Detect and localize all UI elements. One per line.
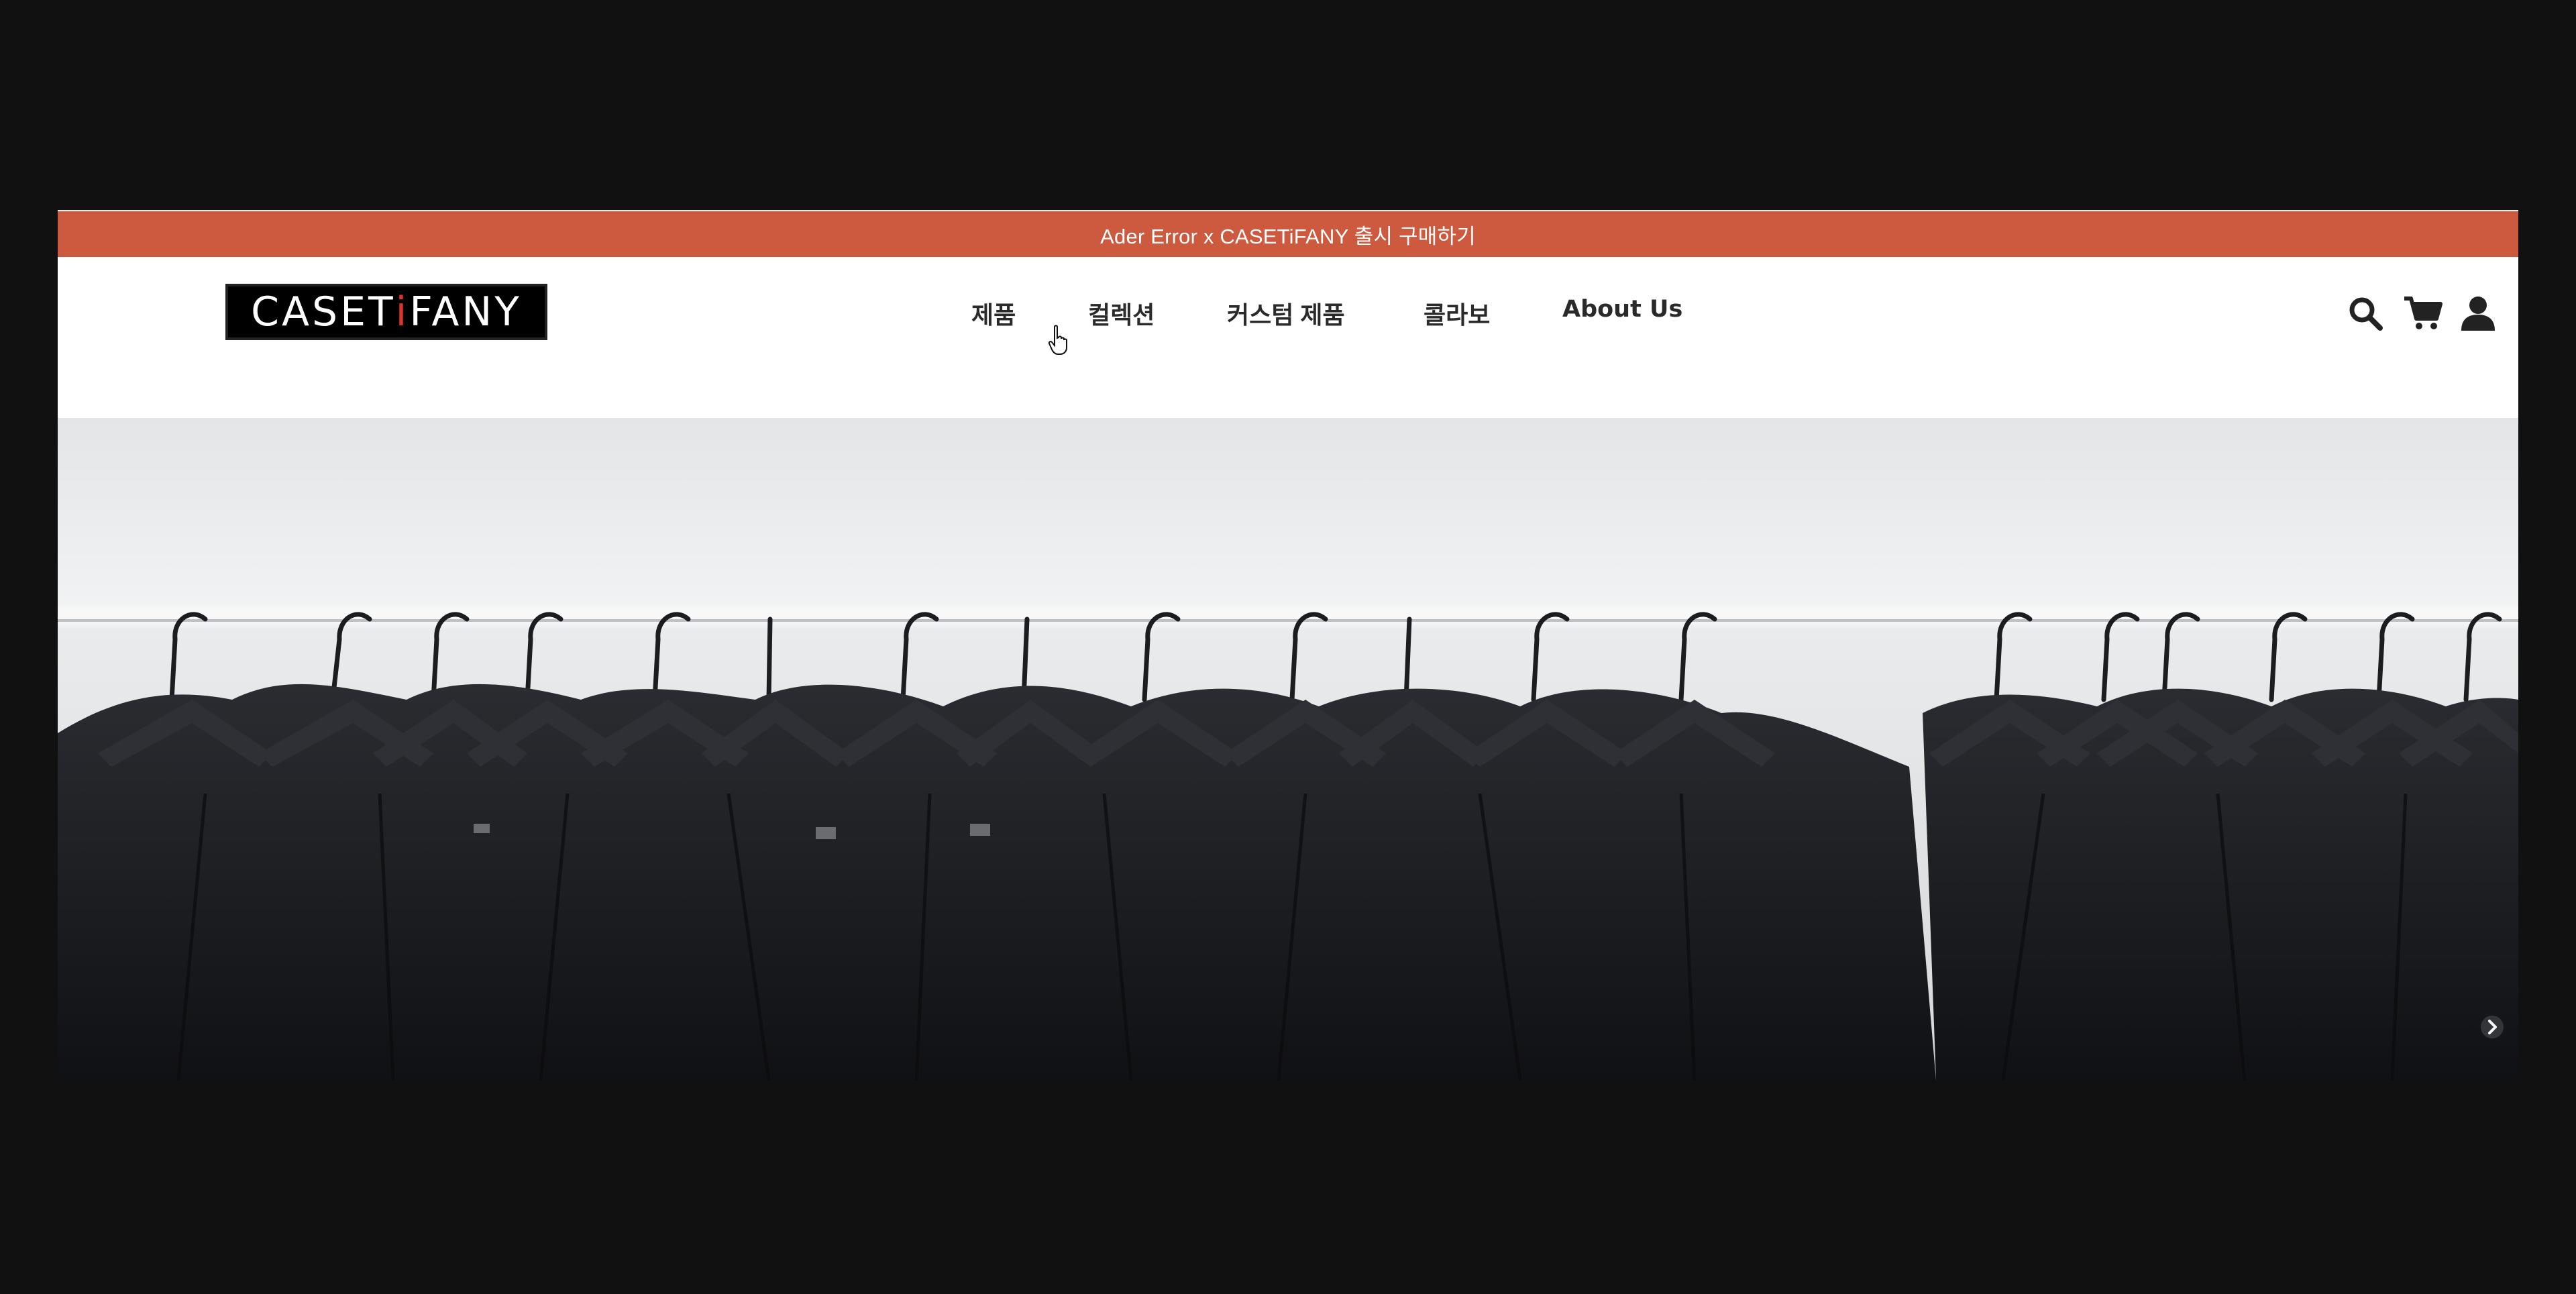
nav-item-custom[interactable]: 커스텀 제품 bbox=[1227, 296, 1345, 331]
promo-text[interactable]: Ader Error x CASETiFANY 출시 구매하기 bbox=[1100, 219, 1476, 250]
cart-icon[interactable] bbox=[2403, 294, 2443, 332]
site-header: CASET i FANY 제품 컬렉션 커스텀 제품 콜라보 About Us bbox=[58, 257, 2518, 418]
logo[interactable]: CASET i FANY bbox=[225, 284, 547, 340]
hero-banner[interactable] bbox=[58, 418, 2518, 1080]
logo-text-i: i bbox=[395, 288, 410, 335]
nav-item-collabo[interactable]: 콜라보 bbox=[1424, 296, 1490, 331]
mouse-pointer-hand-icon bbox=[1049, 325, 1067, 355]
logo-text-2: FANY bbox=[409, 288, 522, 335]
nav-item-collections[interactable]: 컬렉션 bbox=[1088, 296, 1155, 331]
nav-item-products[interactable]: 제품 bbox=[971, 296, 1016, 331]
logo-text-1: CASET bbox=[251, 288, 396, 335]
chevron-right-icon bbox=[2481, 1016, 2504, 1038]
search-icon[interactable] bbox=[2347, 294, 2384, 332]
carousel-next-button[interactable] bbox=[2479, 1014, 2506, 1040]
promo-banner[interactable]: Ader Error x CASETiFANY 출시 구매하기 bbox=[58, 210, 2518, 257]
nav-item-about-us[interactable]: About Us bbox=[1562, 296, 1682, 323]
user-icon[interactable] bbox=[2459, 294, 2497, 332]
browser-viewport: Ader Error x CASETiFANY 출시 구매하기 CASET i FA… bbox=[58, 210, 2518, 1080]
hero-image bbox=[58, 418, 2518, 1080]
